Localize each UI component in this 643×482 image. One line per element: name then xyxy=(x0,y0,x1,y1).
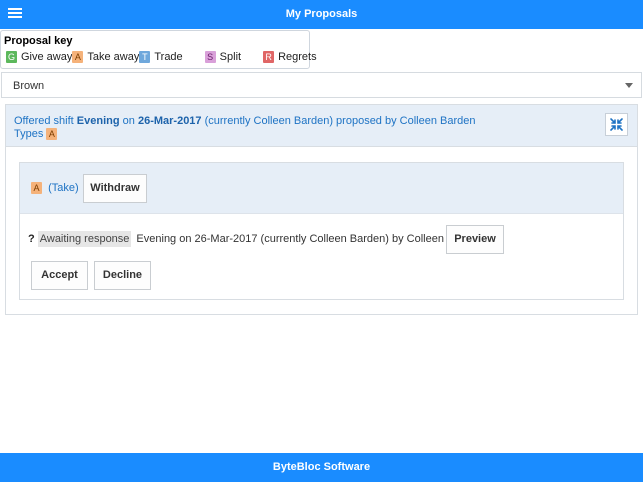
types-label: Types xyxy=(14,128,44,140)
accept-button[interactable]: Accept xyxy=(31,261,88,290)
key-item-take-away: A Take away xyxy=(72,51,140,64)
user-select-dropdown[interactable]: Brown xyxy=(1,72,642,98)
key-badge: T xyxy=(139,51,151,64)
key-label: Take away xyxy=(87,51,140,63)
proposal-on: on xyxy=(122,115,135,127)
collapse-button[interactable] xyxy=(605,113,628,136)
response-panel: A (Take) Withdraw ? Awaiting response Even… xyxy=(19,162,624,300)
proposal-date: 26-Mar-2017 xyxy=(137,115,202,127)
proposal-key-title: Proposal key xyxy=(4,35,73,47)
key-label: Regrets xyxy=(278,51,317,63)
proposal-prefix: Offered shift xyxy=(14,115,74,127)
page-title: My Proposals xyxy=(285,8,358,20)
collapse-arrows-icon xyxy=(610,118,623,131)
proposal-summary: Offered shift Evening on 26-Mar-2017 (cu… xyxy=(14,115,475,127)
key-label: Split xyxy=(219,51,242,63)
key-badge: R xyxy=(263,51,275,64)
type-badge-take: A xyxy=(46,128,58,141)
key-label: Trade xyxy=(154,51,183,63)
response-row: ? Awaiting response Evening on 26-Mar-2017… xyxy=(28,231,449,247)
key-badge: G xyxy=(6,51,17,64)
key-label: Give away xyxy=(21,51,73,63)
take-badge: A xyxy=(31,182,42,195)
preview-button[interactable]: Preview xyxy=(446,225,504,254)
key-item-split: S Split xyxy=(204,51,242,64)
key-item-trade: T Trade xyxy=(139,51,183,64)
proposal-suffix: (currently Colleen Barden) proposed by C… xyxy=(204,115,476,127)
proposal-shift: Evening xyxy=(76,115,120,127)
take-label: (Take) xyxy=(48,182,79,194)
response-toolbar: A (Take) Withdraw xyxy=(20,163,623,214)
key-badge: A xyxy=(72,51,84,64)
chevron-down-icon xyxy=(625,83,633,88)
key-item-give-away: G Give away xyxy=(6,51,73,64)
footer: ByteBloc Software xyxy=(0,453,643,482)
dropdown-selected-value: Brown xyxy=(13,80,45,92)
top-bar: My Proposals xyxy=(0,0,643,29)
withdraw-button[interactable]: Withdraw xyxy=(83,174,147,203)
proposal-key-items: G Give away A Take away T Trade S Split R Regrets xyxy=(6,51,317,64)
key-badge: S xyxy=(204,51,216,64)
proposal-types: Types A xyxy=(14,128,58,141)
status-badge: Awaiting response xyxy=(37,231,132,247)
response-tag: A (Take) xyxy=(31,182,79,195)
proposal-header: Offered shift Evening on 26-Mar-2017 (cu… xyxy=(6,105,637,147)
question-mark-icon: ? xyxy=(28,233,35,245)
decline-button[interactable]: Decline xyxy=(94,261,151,290)
proposal-card: Offered shift Evening on 26-Mar-2017 (cu… xyxy=(5,104,638,315)
response-description: Evening on 26-Mar-2017 (currently Collee… xyxy=(136,233,449,245)
proposal-key: Proposal key G Give away A Take away T Trade S… xyxy=(0,30,317,69)
key-item-regrets: R Regrets xyxy=(263,51,317,64)
